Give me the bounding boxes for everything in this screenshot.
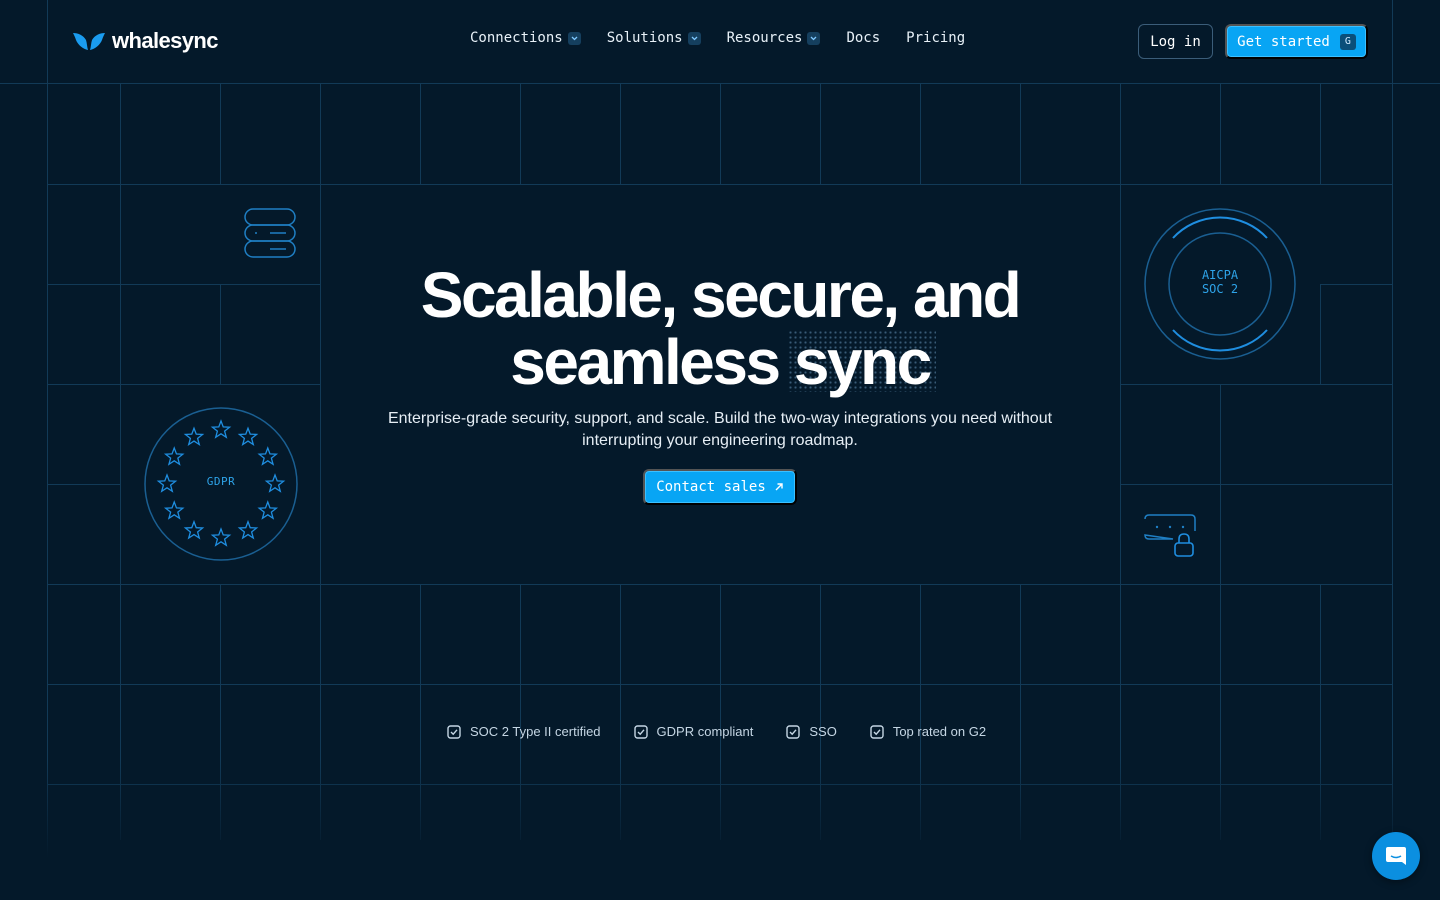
- star-icon: [156, 473, 178, 493]
- nav-item-label: Docs: [846, 30, 881, 46]
- star-icon: [210, 419, 232, 439]
- star-icon: [163, 500, 185, 520]
- badge-label: GDPR compliant: [656, 724, 754, 739]
- top-navigation: whalesync Connections Solutions Resource…: [0, 0, 1440, 83]
- database-icon: [244, 208, 296, 258]
- secure-message-icon: [1144, 514, 1196, 557]
- star-icon: [257, 500, 279, 520]
- aicpa-line2: SOC 2: [1201, 282, 1239, 296]
- chevron-down-icon: [807, 31, 821, 45]
- badge-g2: Top rated on G2: [870, 724, 986, 739]
- badge-label: Top rated on G2: [892, 724, 987, 739]
- contact-sales-label: Contact sales: [656, 479, 766, 495]
- badge-soc2: SOC 2 Type II certified: [447, 724, 601, 739]
- nav-item-label: Connections: [470, 30, 563, 46]
- star-icon: [257, 446, 279, 466]
- checkbox-checked-icon: [633, 724, 648, 739]
- badge-label: SSO: [809, 724, 837, 739]
- brand-name: whalesync: [112, 28, 218, 53]
- get-started-label: Get started: [1237, 33, 1330, 50]
- star-icon: [183, 519, 205, 540]
- keyboard-shortcut-badge: G: [1339, 33, 1356, 50]
- hero-subtitle: Enterprise-grade security, support, and …: [340, 408, 1100, 452]
- chevron-down-icon: [567, 31, 581, 45]
- hero-title-line2: seamless sync: [510, 326, 932, 398]
- chevron-down-icon: [687, 31, 701, 45]
- chat-launcher-button[interactable]: [1372, 832, 1420, 880]
- nav-item-docs[interactable]: Docs: [846, 30, 880, 46]
- chat-bubble-icon: [1386, 847, 1406, 865]
- brand-logo[interactable]: whalesync: [72, 28, 218, 54]
- aicpa-label: AICPA SOC 2: [1180, 268, 1260, 296]
- nav-item-solutions[interactable]: Solutions: [607, 30, 701, 46]
- badge-gdpr: GDPR compliant: [633, 724, 754, 739]
- aicpa-line1: AICPA: [1201, 268, 1239, 282]
- nav-item-connections[interactable]: Connections: [470, 30, 581, 46]
- nav-item-label: Pricing: [906, 30, 966, 46]
- login-button[interactable]: Log in: [1138, 24, 1213, 59]
- bottom-fade: [0, 760, 1440, 900]
- arrow-up-right-icon: [775, 483, 783, 491]
- star-icon: [264, 473, 286, 493]
- checkbox-checked-icon: [870, 724, 884, 739]
- star-icon: [210, 527, 232, 547]
- whale-tail-icon: [73, 33, 105, 50]
- checkbox-checked-icon: [786, 724, 801, 739]
- gdpr-label: GDPR: [206, 475, 236, 488]
- star-icon: [163, 446, 185, 466]
- hero-title: Scalable, secure, and seamless sync: [320, 262, 1120, 396]
- get-started-button[interactable]: Get started G: [1225, 24, 1368, 59]
- nav-item-pricing[interactable]: Pricing: [906, 30, 965, 46]
- main-menu: Connections Solutions Resources Docs Pri…: [470, 30, 991, 46]
- trust-badges: SOC 2 Type II certified GDPR compliant S…: [447, 724, 1019, 739]
- hero-title-line1: Scalable, secure, and: [420, 259, 1022, 331]
- hero-subtitle-line2: interrupting your engineering roadmap.: [582, 432, 858, 449]
- star-icon: [237, 426, 259, 447]
- hero-subtitle-line1: Enterprise-grade security, support, and …: [387, 410, 1053, 427]
- star-icon: [183, 426, 205, 447]
- badge-sso: SSO: [786, 724, 837, 739]
- star-icon: [237, 519, 259, 540]
- nav-item-label: Resources: [726, 30, 803, 46]
- checkbox-checked-icon: [447, 724, 461, 739]
- badge-label: SOC 2 Type II certified: [470, 724, 601, 739]
- nav-item-label: Solutions: [606, 30, 683, 46]
- nav-item-resources[interactable]: Resources: [727, 30, 821, 46]
- contact-sales-button[interactable]: Contact sales: [643, 469, 797, 505]
